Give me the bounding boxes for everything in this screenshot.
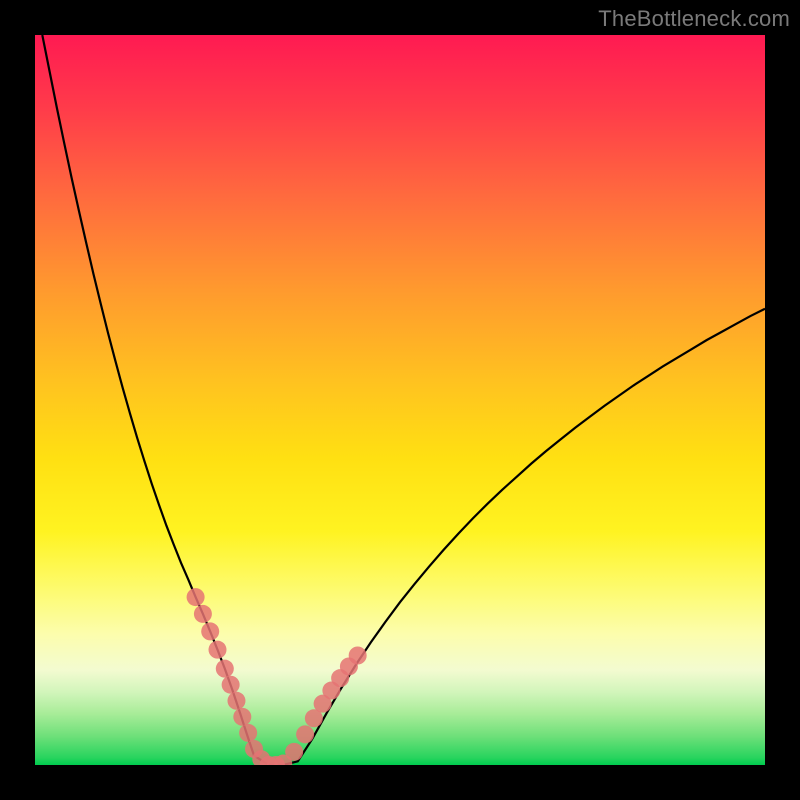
marker-dot (209, 641, 227, 659)
marker-dot (222, 676, 240, 694)
marker-group (187, 588, 367, 765)
chart-frame: TheBottleneck.com (0, 0, 800, 800)
curve-line (42, 35, 765, 765)
marker-dot (201, 622, 219, 640)
marker-dot (349, 647, 367, 665)
marker-dot (187, 588, 205, 606)
marker-dot (194, 605, 212, 623)
plot-area (35, 35, 765, 765)
marker-dot (216, 660, 234, 678)
chart-svg (35, 35, 765, 765)
marker-dot (233, 708, 251, 726)
watermark-label: TheBottleneck.com (598, 6, 790, 32)
marker-dot (227, 692, 245, 710)
marker-dot (285, 743, 303, 761)
marker-dot (296, 725, 314, 743)
marker-dot (239, 724, 257, 742)
